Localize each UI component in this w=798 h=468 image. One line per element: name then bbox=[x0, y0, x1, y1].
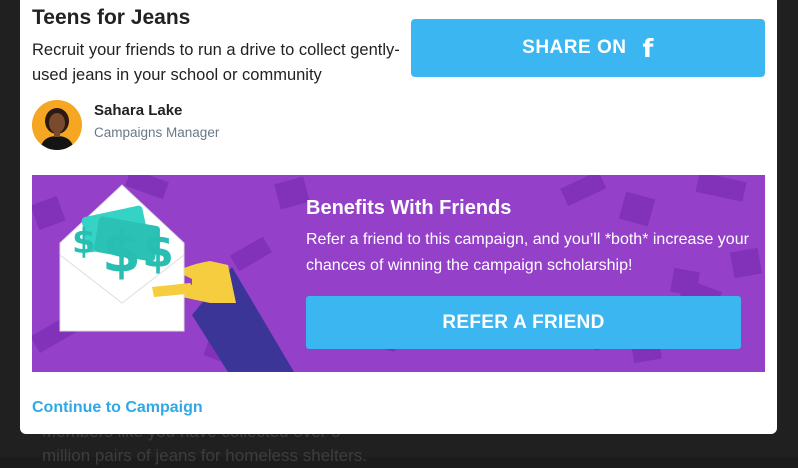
campaign-title: Teens for Jeans bbox=[32, 6, 191, 29]
facebook-icon: f bbox=[642, 33, 654, 63]
author-role: Campaigns Manager bbox=[94, 125, 220, 140]
refer-a-friend-button[interactable]: REFER A FRIEND bbox=[306, 296, 741, 349]
campaign-description: Recruit your friends to run a drive to c… bbox=[32, 41, 400, 84]
svg-text:$: $ bbox=[102, 220, 141, 285]
benefits-banner: $ $ $ Benefits With Friends Refer a frie… bbox=[32, 175, 765, 372]
benefits-description: Refer a friend to this campaign, and you… bbox=[306, 231, 749, 274]
money-envelope-illustration: $ $ $ bbox=[59, 184, 294, 372]
share-on-facebook-button[interactable]: SHARE ON f bbox=[411, 19, 765, 77]
benefits-title: Benefits With Friends bbox=[306, 197, 512, 219]
campaign-modal: Teens for Jeans Recruit your friends to … bbox=[20, 0, 777, 434]
continue-to-campaign-link[interactable]: Continue to Campaign bbox=[32, 399, 203, 417]
share-button-label: SHARE ON bbox=[522, 37, 627, 58]
author-name: Sahara Lake bbox=[94, 102, 183, 119]
avatar bbox=[32, 100, 82, 150]
avatar-portrait bbox=[32, 100, 82, 150]
svg-text:$: $ bbox=[72, 222, 96, 262]
